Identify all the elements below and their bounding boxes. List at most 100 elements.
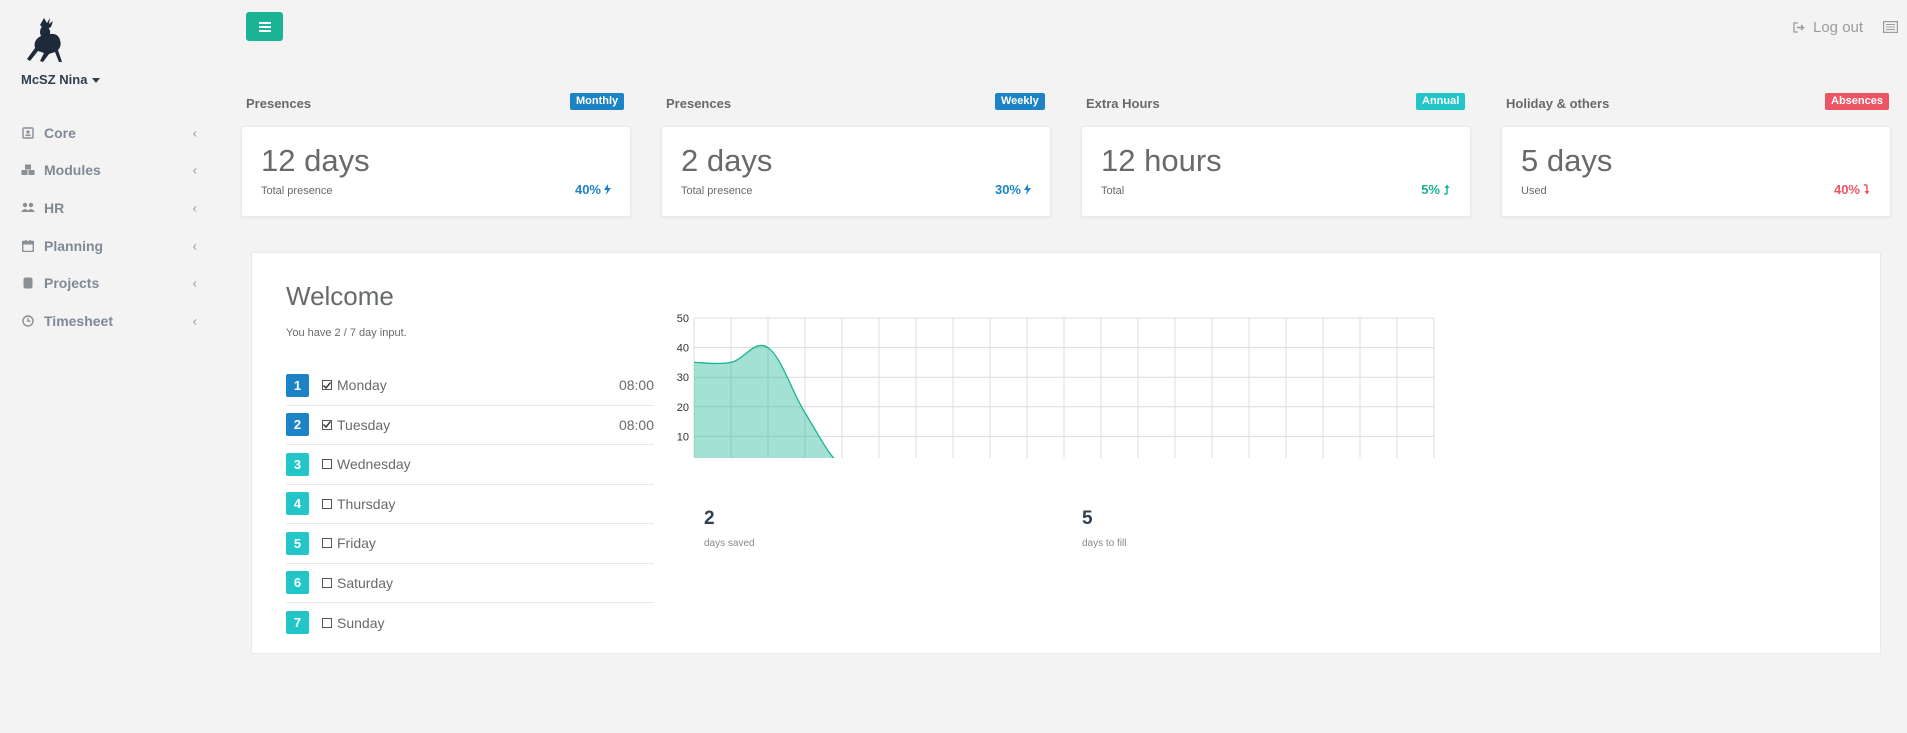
day-label: Friday — [337, 535, 376, 552]
stat-subtitle: Total presence — [681, 185, 753, 197]
sidebar-item-timesheet[interactable]: Timesheet ‹ — [0, 302, 215, 340]
logout-label: Log out — [1813, 19, 1864, 36]
stat-percent: 40% — [1834, 182, 1871, 197]
y-tick-label: 30 — [677, 372, 689, 384]
sidebar-item-label: Projects — [44, 275, 100, 292]
list-item[interactable]: 4 Thursday — [286, 485, 654, 524]
day-number-badge: 3 — [286, 452, 309, 476]
chevron-left-icon: ‹ — [192, 200, 197, 216]
chevron-left-icon: ‹ — [192, 162, 197, 178]
welcome-panel: Welcome You have 2 / 7 day input. 1 Mond… — [251, 252, 1881, 654]
stat-percent: 5% — [1421, 182, 1451, 197]
sidebar-item-projects[interactable]: Projects ‹ — [0, 264, 215, 302]
sidebar-item-hr[interactable]: HR ‹ — [0, 189, 215, 227]
badge-absences: Absences — [1825, 93, 1889, 110]
badge-weekly: Weekly — [995, 93, 1045, 110]
y-tick-label: 40 — [677, 343, 689, 355]
unchecked-box-icon[interactable] — [322, 498, 332, 509]
sidebar-nav: Core ‹ Modules ‹ HR ‹ Planning ‹ Project… — [0, 114, 215, 340]
day-label: Monday — [337, 377, 387, 394]
day-label: Thursday — [337, 495, 396, 512]
id-card-icon — [21, 126, 35, 140]
toggle-menu-button[interactable] — [246, 12, 283, 41]
day-label: Sunday — [337, 614, 385, 631]
y-tick-label: 20 — [677, 402, 689, 414]
stat-percent-value: 40% — [574, 182, 601, 197]
stat-percent-value: 5% — [1421, 182, 1440, 197]
stat-card-absences: 5 days Used 40% — [1501, 126, 1891, 217]
sidebar-item-label: Core — [44, 124, 76, 141]
day-label: Tuesday — [337, 416, 391, 433]
sign-out-icon — [1793, 22, 1805, 33]
list-item[interactable]: 3 Wednesday — [286, 445, 654, 485]
list-item[interactable]: 5 Friday — [286, 524, 654, 564]
sidebar-item-modules[interactable]: Modules ‹ — [0, 152, 215, 190]
days-to-fill-label: days to fill — [1082, 538, 1127, 549]
sidebar: McSZ Nina Core ‹ Modules ‹ HR ‹ Planning… — [0, 0, 215, 733]
list-item[interactable]: 6 Saturday — [286, 564, 654, 603]
sidebar-item-planning[interactable]: Planning ‹ — [0, 227, 215, 265]
cubes-icon — [21, 163, 35, 177]
stat-value: 5 days — [1521, 143, 1613, 178]
logout-link[interactable]: Log out — [1793, 19, 1863, 36]
list-item[interactable]: 1 Monday 08:00 — [286, 366, 654, 406]
sidebar-item-label: HR — [44, 199, 65, 216]
stat-subtitle: Used — [1521, 185, 1547, 197]
day-list: 1 Monday 08:00 2 Tuesday 08:00 3 Wednesd… — [286, 366, 654, 643]
chevron-left-icon: ‹ — [192, 313, 197, 329]
list-item[interactable]: 2 Tuesday 08:00 — [286, 406, 654, 445]
day-time: 08:00 — [618, 416, 654, 433]
y-tick-label: 50 — [677, 313, 689, 325]
chevron-left-icon: ‹ — [192, 125, 197, 141]
day-number-badge: 5 — [286, 531, 309, 555]
unchecked-box-icon[interactable] — [322, 577, 332, 588]
checked-box-icon[interactable] — [322, 380, 332, 391]
stat-percent: 30% — [995, 182, 1031, 197]
users-icon — [21, 201, 35, 215]
stat-percent: 40% — [575, 182, 611, 197]
caret-down-icon — [92, 78, 101, 84]
day-number-badge: 6 — [286, 571, 309, 595]
unchecked-box-icon[interactable] — [322, 459, 332, 470]
moose-logo-icon — [27, 18, 62, 62]
level-up-icon — [1444, 184, 1450, 195]
chevron-left-icon: ‹ — [192, 238, 197, 254]
stat-card-monthly: 12 days Total presence 40% — [241, 126, 631, 217]
checked-box-icon[interactable] — [322, 419, 332, 430]
stat-subtitle: Total — [1101, 185, 1125, 197]
list-icon[interactable] — [1883, 21, 1898, 33]
day-number-badge: 4 — [286, 492, 309, 516]
badge-annual: Annual — [1416, 93, 1466, 110]
day-label: Saturday — [337, 574, 394, 591]
stat-title-monthly: Presences — [246, 96, 312, 111]
stat-subtitle: Total presence — [261, 185, 333, 197]
folder-icon — [21, 276, 35, 290]
badge-monthly: Monthly — [570, 93, 625, 110]
unchecked-box-icon[interactable] — [322, 538, 332, 549]
days-to-fill-value: 5 — [1082, 508, 1093, 529]
days-saved-label: days saved — [704, 538, 755, 549]
stat-value: 2 days — [681, 143, 773, 178]
sidebar-item-label: Planning — [44, 237, 104, 254]
stat-title-annual: Extra Hours — [1086, 96, 1160, 111]
level-down-icon — [1864, 184, 1870, 195]
day-label: Wednesday — [337, 456, 411, 473]
user-menu[interactable]: McSZ Nina — [21, 72, 101, 87]
sidebar-item-label: Modules — [44, 162, 101, 179]
sidebar-item-label: Timesheet — [44, 312, 113, 329]
day-number-badge: 7 — [286, 611, 309, 635]
unchecked-box-icon[interactable] — [322, 617, 332, 628]
calendar-icon — [21, 239, 35, 253]
day-time: 08:00 — [618, 377, 654, 394]
stat-value: 12 hours — [1101, 143, 1222, 178]
y-tick-label: 10 — [677, 431, 689, 443]
list-item[interactable]: 7 Sunday — [286, 603, 654, 643]
days-to-fill-stat: 5 days to fill — [1082, 508, 1126, 549]
clock-icon — [21, 314, 35, 328]
day-number-badge: 1 — [286, 373, 309, 397]
welcome-intro: You have 2 / 7 day input. — [286, 327, 407, 339]
stat-card-annual: 12 hours Total 5% — [1081, 126, 1471, 217]
sidebar-item-core[interactable]: Core ‹ — [0, 114, 215, 152]
day-number-badge: 2 — [286, 413, 309, 437]
stat-percent-value: 30% — [994, 182, 1021, 197]
